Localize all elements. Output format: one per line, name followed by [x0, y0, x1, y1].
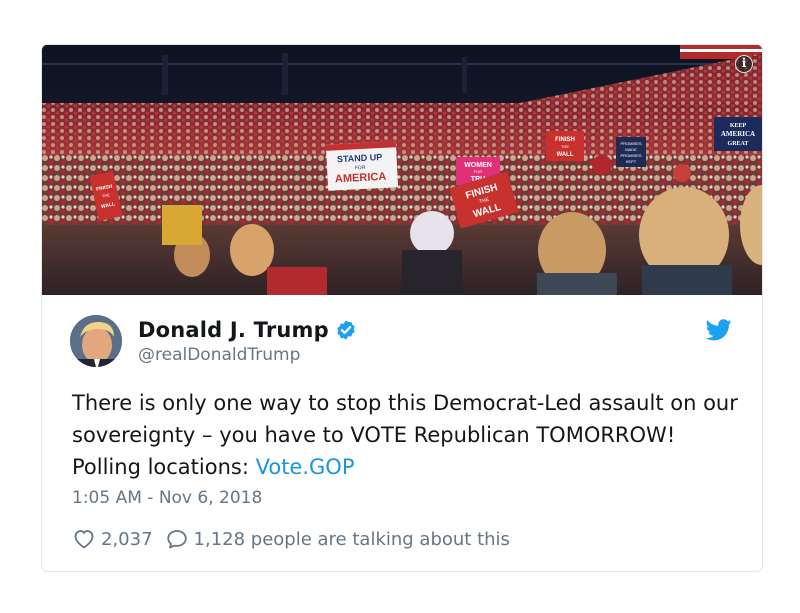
svg-text:PROMISES: PROMISES: [620, 141, 641, 146]
reply-action[interactable]: 1,128 people are talking about this: [165, 527, 510, 551]
svg-text:KEEP: KEEP: [730, 123, 747, 129]
avatar[interactable]: [70, 315, 122, 367]
sign-promises-made-kept: PROMISES MADE PROMISES KEPT: [616, 137, 646, 167]
svg-text:THE: THE: [561, 144, 569, 149]
svg-text:WOMEN: WOMEN: [464, 162, 492, 169]
info-icon[interactable]: i: [735, 55, 753, 73]
sign-keep-america-great: KEEP AMERICA GREAT: [714, 117, 762, 151]
speech-bubble-icon: [165, 527, 189, 551]
svg-text:WALL: WALL: [557, 152, 574, 158]
author-row: Donald J. Trump: [138, 317, 357, 343]
verified-badge-icon: [335, 319, 357, 341]
user-handle[interactable]: @realDonaldTrump: [138, 345, 300, 365]
tweet-link[interactable]: Vote.GOP: [256, 455, 355, 479]
svg-text:AMERICA: AMERICA: [721, 130, 755, 138]
tweet-timestamp[interactable]: 1:05 AM - Nov 6, 2018: [72, 488, 262, 508]
svg-text:FOR: FOR: [355, 165, 366, 172]
svg-text:KEPT: KEPT: [626, 159, 637, 164]
display-name[interactable]: Donald J. Trump: [138, 318, 329, 342]
tweet-stats: 2,037 1,128 people are talking about thi…: [72, 527, 510, 551]
svg-text:FOR: FOR: [474, 169, 483, 174]
like-action[interactable]: 2,037: [72, 527, 153, 551]
reply-count-text: 1,128 people are talking about this: [193, 528, 510, 550]
rally-photo[interactable]: STAND UP FOR AMERICA FINISH THE WALL KEE…: [42, 45, 762, 295]
svg-text:GREAT: GREAT: [728, 141, 749, 147]
like-count: 2,037: [101, 528, 153, 550]
tweet-text-body: There is only one way to stop this Democ…: [72, 391, 738, 479]
svg-text:PROMISES: PROMISES: [620, 153, 641, 158]
heart-icon: [72, 527, 96, 551]
twitter-bird-icon[interactable]: [705, 319, 732, 341]
svg-text:FINISH: FINISH: [555, 137, 575, 143]
tweet-text: There is only one way to stop this Democ…: [72, 387, 742, 483]
embedded-tweet-card[interactable]: STAND UP FOR AMERICA FINISH THE WALL KEE…: [41, 44, 763, 572]
svg-text:MADE: MADE: [625, 147, 637, 152]
sign-finish-the-wall-small: FINISH THE WALL: [546, 131, 584, 161]
avatar-image: [70, 315, 122, 367]
tweet-body: Donald J. Trump @realDonaldTrump There i…: [42, 295, 762, 571]
rally-photo-image: STAND UP FOR AMERICA FINISH THE WALL KEE…: [42, 45, 762, 295]
sign-stand-up-for-america: STAND UP FOR AMERICA: [325, 141, 399, 191]
